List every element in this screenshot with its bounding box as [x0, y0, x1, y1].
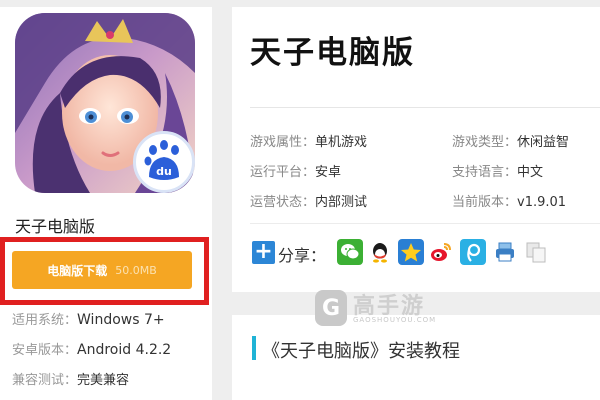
gaoshouyou-logo-icon: G [315, 290, 347, 326]
attr-version: 当前版本：v1.9.01 [452, 191, 566, 210]
page-title: 天子电脑版 [250, 35, 415, 71]
attr-key: 运营状态： [250, 195, 316, 210]
attr-key: 运行平台： [250, 165, 316, 180]
attr-value: 休闲益智 [517, 135, 570, 150]
share-more-button[interactable]: + [252, 241, 275, 264]
divider [250, 223, 600, 224]
spec-key: 兼容测试： [12, 373, 78, 388]
site-watermark: G 高手游 GAOSHOUYOU.COM [315, 286, 440, 330]
wechat-icon[interactable] [337, 239, 363, 265]
download-size: 50.0MB [115, 263, 157, 277]
spec-android: 安卓版本：Android 4.2.2 [12, 339, 171, 358]
section-accent-bar [252, 336, 256, 360]
print-icon[interactable] [492, 239, 518, 265]
attr-key: 游戏类型： [452, 135, 518, 150]
spec-system: 适用系统：Windows 7+ [12, 309, 165, 328]
qzone-icon[interactable] [398, 239, 424, 265]
download-label: 电脑版下载 [47, 263, 108, 278]
app-icon[interactable]: du [15, 13, 195, 193]
spec-compat: 兼容测试：完美兼容 [12, 369, 129, 388]
spec-value: Android 4.2.2 [77, 342, 172, 358]
attr-key: 游戏属性： [250, 135, 316, 150]
spec-key: 适用系统： [12, 313, 78, 328]
watermark-domain: GAOSHOUYOU.COM [353, 316, 437, 324]
download-button[interactable]: 电脑版下载 50.0MB [12, 251, 192, 289]
tencent-weibo-icon[interactable] [460, 239, 486, 265]
tutorial-title: 《天子电脑版》安装教程 [262, 341, 460, 362]
attr-value: 单机游戏 [315, 135, 368, 150]
divider [250, 107, 600, 108]
baidu-paw-icon: du [144, 140, 179, 180]
attr-game-type: 游戏类型：休闲益智 [452, 131, 569, 150]
attr-game-property: 游戏属性：单机游戏 [250, 131, 367, 150]
attr-value: 内部测试 [315, 195, 368, 210]
weibo-icon[interactable] [428, 239, 454, 265]
badge-text: du [156, 165, 172, 178]
attr-platform: 运行平台：安卓 [250, 161, 341, 180]
attr-key: 支持语言： [452, 165, 518, 180]
share-label: 分享： [278, 246, 327, 265]
spec-key: 安卓版本： [12, 343, 78, 358]
attr-key: 当前版本： [452, 195, 518, 210]
attr-value: v1.9.01 [517, 195, 567, 210]
attr-language: 支持语言：中文 [452, 161, 543, 180]
baidu-badge-icon: du [133, 131, 195, 193]
spec-value: Windows 7+ [77, 312, 165, 328]
attr-value: 中文 [517, 165, 544, 180]
app-name: 天子电脑版 [15, 217, 96, 236]
spec-value: 完美兼容 [77, 373, 130, 388]
attr-status: 运营状态：内部测试 [250, 191, 367, 210]
attr-value: 安卓 [315, 165, 342, 180]
copy-icon[interactable] [523, 239, 549, 265]
qq-icon[interactable] [367, 239, 393, 265]
